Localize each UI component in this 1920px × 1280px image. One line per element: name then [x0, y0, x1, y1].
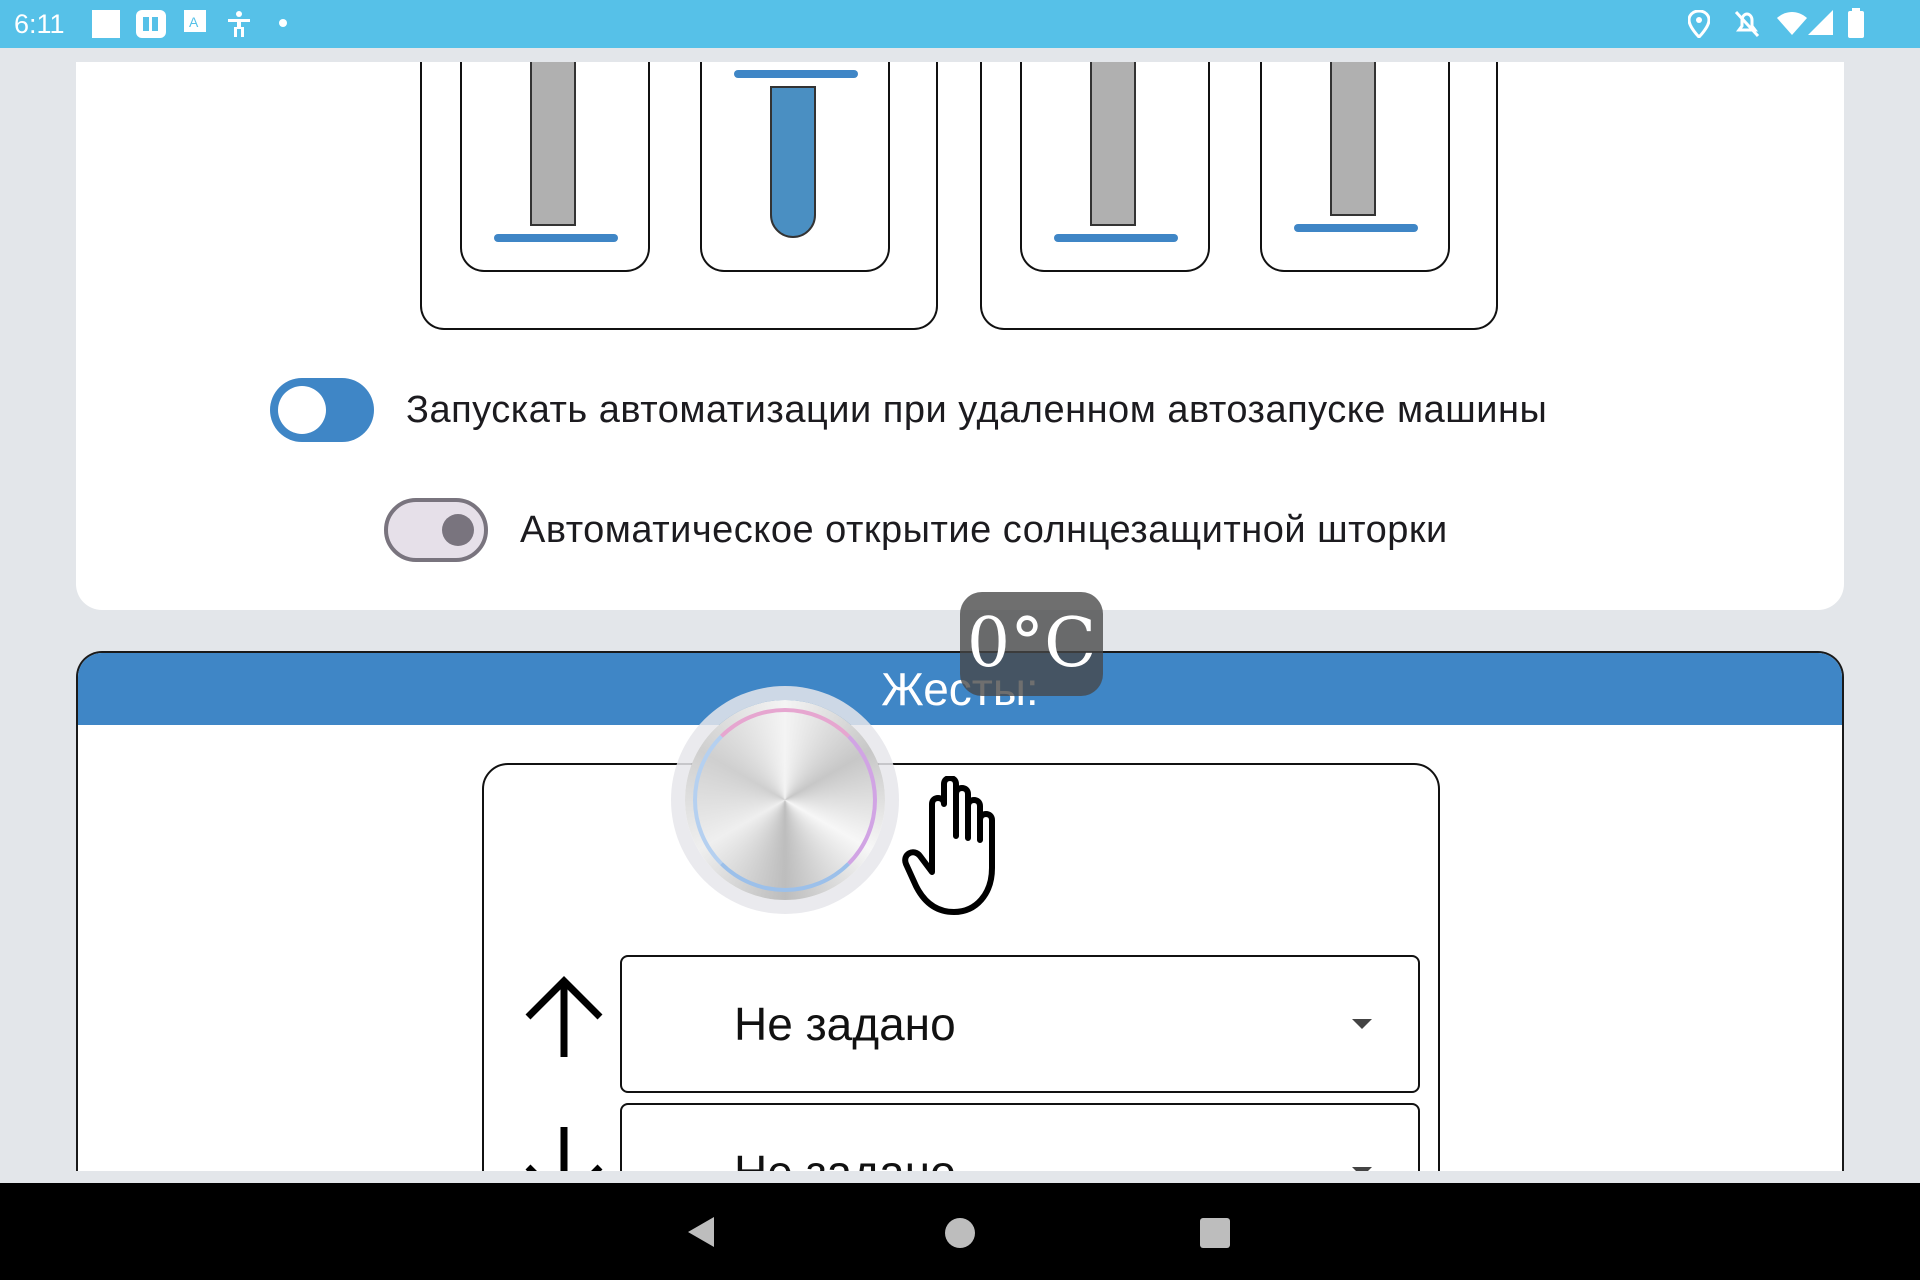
remote-start-automation-row: Запускать автоматизации при удаленном ав… — [270, 378, 1547, 442]
orb-ring — [693, 708, 877, 892]
sunshade-auto-open-label: Автоматическое открытие солнцезащитной ш… — [520, 508, 1448, 551]
alarm-off-icon — [1734, 10, 1760, 38]
dot-icon — [279, 19, 287, 27]
status-time: 6:11 — [14, 9, 65, 39]
gesture-down-select[interactable]: Не задано — [620, 1103, 1420, 1171]
sunshade-auto-open-row: Автоматическое открытие солнцезащитной ш… — [384, 498, 1448, 562]
app-icon — [136, 10, 166, 38]
wifi-icon — [1777, 12, 1807, 35]
recents-icon[interactable] — [1200, 1218, 1230, 1248]
seat-rod — [1330, 62, 1376, 216]
signal-icon — [1808, 10, 1833, 35]
toggle-knob — [278, 386, 326, 434]
seat-rod — [530, 62, 576, 226]
assistant-orb-icon[interactable] — [685, 700, 885, 900]
seat-rod-active — [770, 86, 816, 238]
location-icon — [1688, 10, 1710, 38]
status-bar: 6:11 A — [0, 0, 1920, 48]
seat-position-slot[interactable] — [1020, 62, 1210, 272]
seat-level-line — [494, 234, 618, 242]
gesture-down-value: Не задано — [734, 1145, 956, 1171]
accessibility-icon — [228, 11, 250, 37]
notification-square-icon — [92, 10, 120, 38]
svg-text:A: A — [189, 14, 199, 30]
toggle-knob — [442, 514, 474, 546]
left-seat-group — [420, 62, 938, 330]
seat-level-line — [734, 70, 858, 78]
sunshade-auto-open-toggle[interactable] — [384, 498, 488, 562]
arrow-down-icon — [525, 1127, 603, 1171]
temperature-overlay[interactable]: 0°C — [960, 592, 1103, 696]
navigation-bar — [0, 1183, 1920, 1280]
automation-settings-card: Запускать автоматизации при удаленном ав… — [76, 62, 1844, 610]
arrow-up-icon — [525, 976, 603, 1057]
gesture-up-value: Не задано — [734, 998, 956, 1050]
seat-position-slot[interactable] — [1260, 62, 1450, 272]
home-icon[interactable] — [944, 1217, 976, 1249]
back-icon[interactable] — [686, 1215, 716, 1249]
seat-rod — [1090, 62, 1136, 226]
remote-start-automation-label: Запускать автоматизации при удаленном ав… — [406, 388, 1548, 431]
chevron-down-icon — [1352, 1167, 1372, 1171]
seat-level-line — [1054, 234, 1178, 242]
chevron-down-icon — [1352, 1019, 1372, 1029]
battery-icon — [1848, 8, 1864, 38]
gesture-up-select[interactable]: Не задано — [620, 955, 1420, 1093]
seat-position-slot[interactable] — [460, 62, 650, 272]
translate-icon: A — [184, 10, 206, 32]
remote-start-automation-toggle[interactable] — [270, 378, 374, 442]
seat-position-slot[interactable] — [700, 62, 890, 272]
hand-cursor-icon — [902, 776, 995, 915]
seat-level-line — [1294, 224, 1418, 232]
right-seat-group — [980, 62, 1498, 330]
